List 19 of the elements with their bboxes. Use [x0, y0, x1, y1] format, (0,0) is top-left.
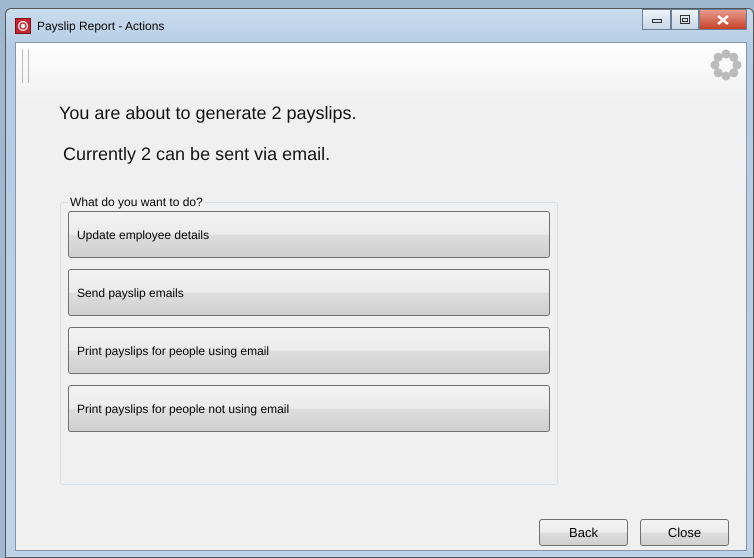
close-icon: [717, 14, 729, 24]
toolbar-grip[interactable]: [22, 49, 29, 83]
message-text: Currently 2 can be sent via email.: [63, 144, 332, 165]
window-title: Payslip Report - Actions: [37, 18, 164, 32]
minimize-button[interactable]: [642, 9, 671, 30]
action-button[interactable]: Update employee details: [68, 211, 550, 258]
action-button[interactable]: Print payslips for people not using email: [68, 385, 550, 432]
close-window-button[interactable]: [699, 9, 747, 30]
minimize-icon: [652, 16, 662, 22]
loading-spinner-icon: [710, 49, 742, 81]
maximize-button[interactable]: [671, 9, 699, 30]
action-button[interactable]: Print payslips for people using email: [68, 327, 550, 374]
group-label: What do you want to do?: [69, 195, 204, 209]
maximize-icon: [680, 15, 690, 24]
message-text: You are about to generate 2 payslips.: [59, 103, 358, 124]
app-logo-icon: [15, 18, 31, 34]
action-button[interactable]: Send payslip emails: [68, 269, 550, 316]
close-button[interactable]: Close: [640, 519, 729, 546]
back-button[interactable]: Back: [539, 519, 628, 546]
